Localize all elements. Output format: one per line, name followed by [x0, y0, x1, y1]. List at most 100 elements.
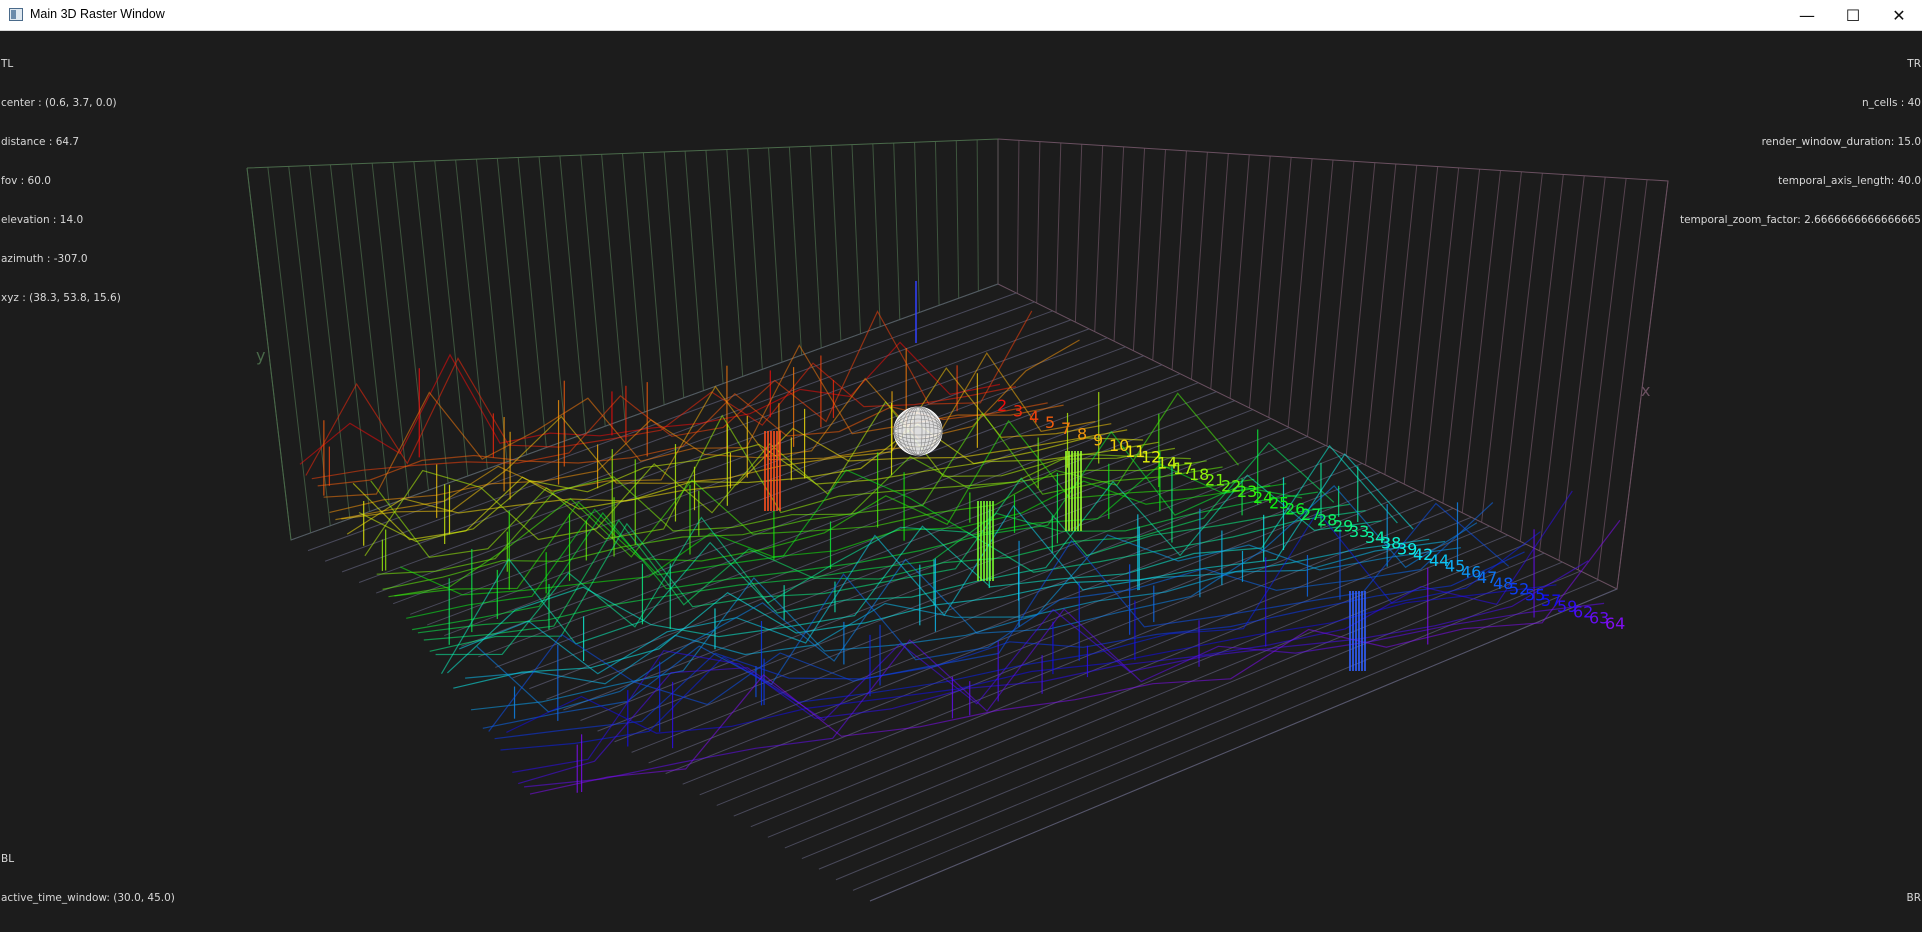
grid-line-xz [1384, 165, 1418, 475]
cell-label: 8 [1077, 425, 1087, 444]
grid-line-yz [267, 167, 312, 533]
grid-line-xz [1055, 142, 1062, 313]
title-bar[interactable]: Main 3D Raster Window — ☐ ✕ [0, 0, 1922, 31]
grid-line-xz [1307, 159, 1334, 437]
hud-corner-tl: TL [1, 58, 14, 70]
grid-line-yz [872, 143, 881, 327]
grid-line-xz [1132, 148, 1146, 351]
cell-label: 5 [1045, 413, 1055, 432]
floor-grid-line [750, 525, 1490, 828]
floor-grid-line [375, 328, 1090, 594]
cell-label: 7 [1061, 419, 1071, 438]
grid-line-yz [726, 149, 744, 377]
grid-line-yz [392, 162, 429, 491]
grid-line-xz [1577, 178, 1627, 570]
hud-corner-tr: TR [1907, 58, 1921, 70]
hud-temporal-axis-length: temporal_axis_length: 40.0 [1778, 175, 1921, 187]
close-button[interactable]: ✕ [1876, 0, 1922, 30]
grid-line-xz [1074, 144, 1083, 323]
grid-line-xz [1113, 146, 1125, 342]
grid-line-yz [517, 157, 547, 448]
grid-line-xz [1461, 170, 1501, 513]
grid-line-yz [830, 145, 842, 341]
grid-line-xz [1287, 158, 1313, 428]
minimize-button[interactable]: — [1784, 0, 1830, 30]
grid-line-yz [893, 143, 901, 320]
grid-line-yz [538, 156, 567, 441]
hud-temporal-zoom-factor: temporal_zoom_factor: 2.6666666666666665 [1679, 214, 1921, 226]
floor-grid-line [341, 310, 1053, 573]
hud-center: center : (0.6, 3.7, 0.0) [1, 97, 117, 109]
grid-line-xz [1423, 167, 1460, 494]
grid-line-xz [1171, 150, 1187, 370]
grid-line-yz [329, 164, 371, 512]
raster-3d-viewport[interactable]: 2 3 4 5 7 8 9 10 11 12 14 17 18 21 22 23 24 25 26 27 28 29 33 3… [0, 31, 1922, 932]
grid-line-yz [747, 148, 763, 370]
grid-line-yz [350, 163, 390, 505]
grid-line-yz [601, 154, 626, 420]
cell-label: 3 [1013, 402, 1023, 421]
hud-top-left: TL center : (0.6, 3.7, 0.0) distance : 6… [1, 32, 121, 331]
hud-corner-br: BR [1906, 892, 1922, 904]
hud-fov: fov : 60.0 [1, 175, 51, 187]
window-title: Main 3D Raster Window [30, 7, 165, 21]
axis-label-x: x [1641, 381, 1650, 400]
grid-line-xz [1036, 141, 1041, 304]
hud-active-time-window: active_time_window: (30.0, 45.0) [1, 892, 175, 904]
grid-line-xz [1210, 153, 1229, 389]
grid-line-yz [580, 155, 606, 427]
cell-label: 64 [1605, 614, 1625, 633]
grid-line-yz [455, 159, 488, 469]
maximize-button[interactable]: ☐ [1830, 0, 1876, 30]
grid-line-yz [955, 140, 960, 299]
grid-line-yz [768, 147, 783, 363]
grid-line-yz [705, 150, 724, 384]
floor-grid-line [358, 319, 1071, 583]
grid-line-xz [1500, 173, 1543, 532]
grid-line-xz [1442, 169, 1481, 504]
grid-line-yz [434, 160, 469, 477]
grid-frame-yz [246, 138, 999, 541]
hud-azimuth: azimuth : -307.0 [1, 253, 88, 265]
grid-line-xz [1094, 145, 1104, 332]
grid-line-yz [851, 144, 862, 334]
grid-line-xz [1229, 154, 1250, 399]
grid-line-yz [684, 151, 704, 391]
grid-line-xz [1152, 149, 1166, 361]
hud-bottom-right: BR [1907, 866, 1922, 931]
hud-elevation: elevation : 14.0 [1, 214, 84, 226]
raster-3d-scene[interactable]: 2 3 4 5 7 8 9 101112141718212223242526272829333… [0, 31, 1922, 932]
hud-corner-bl: BL [1, 853, 15, 865]
grid-line-xz [1190, 152, 1208, 380]
floor-grid-line [818, 561, 1563, 870]
grid-line-xz [1558, 177, 1606, 561]
grid-line-yz [663, 151, 685, 398]
grid-line-yz [622, 153, 645, 413]
hud-bottom-left: BL active_time_window: (30.0, 45.0) [1, 827, 175, 931]
app-window-icon [9, 8, 23, 21]
grid-line-xz [1481, 171, 1522, 523]
grid-line-xz [1403, 166, 1439, 485]
grid-line-xz [1248, 156, 1271, 408]
cell-label: 4 [1029, 407, 1039, 426]
grid-line-yz [788, 147, 803, 356]
grid-line-yz [976, 139, 979, 292]
hud-xyz: xyz : (38.3, 53.8, 15.6) [1, 292, 121, 304]
grid-line-xz [1326, 161, 1355, 447]
floor-edge [869, 588, 1618, 902]
floor-grid-line [801, 552, 1545, 859]
grid-line-xz [1519, 174, 1564, 542]
grid-line-xz [1268, 157, 1292, 418]
hud-distance: distance : 64.7 [1, 136, 80, 148]
hud-n-cells: n_cells : 40 [1861, 97, 1921, 109]
grid-line-yz [809, 146, 822, 349]
grid-line-xz [1016, 140, 1020, 294]
grid-line-xz [1597, 179, 1648, 580]
cell-label: 9 [1093, 430, 1103, 449]
hud-top-right: TR n_cells : 40 render_window_duration: … [1680, 32, 1921, 253]
grid-line-xz [1539, 175, 1585, 551]
grid-line-yz [642, 152, 665, 405]
spike-trace [506, 584, 1557, 734]
hud-render-window-duration: render_window_duration: 15.0 [1761, 136, 1921, 148]
axis-label-y: y [256, 346, 265, 365]
